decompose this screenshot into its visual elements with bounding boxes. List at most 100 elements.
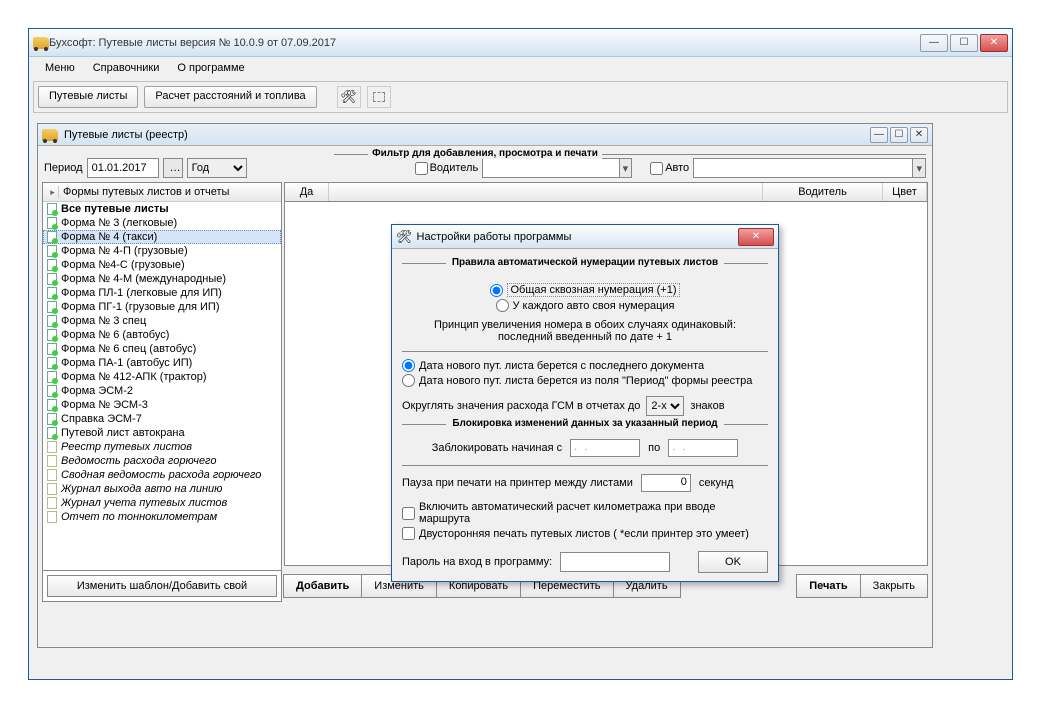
tree-item[interactable]: Форма № 4-М (международные) <box>43 272 281 286</box>
date-period-radio[interactable] <box>402 374 415 387</box>
tb-tools-icon[interactable]: 🛠 <box>337 86 361 108</box>
tree-item[interactable]: Реестр путевых листов <box>43 440 281 454</box>
period-browse-button[interactable]: … <box>163 158 183 178</box>
form-icon <box>47 203 57 215</box>
col-date[interactable]: Да <box>285 183 329 201</box>
driver-checkbox-wrap[interactable]: Водитель <box>415 162 479 175</box>
tb-trip-sheets[interactable]: Путевые листы <box>38 86 138 108</box>
settings-body: Правила автоматической нумерации путевых… <box>392 249 778 581</box>
filter-section-label: Фильтр для добавления, просмотра и печат… <box>368 148 602 159</box>
block-to-input[interactable]: . . <box>668 439 738 457</box>
tree-item[interactable]: Форма № 3 (легковые) <box>43 216 281 230</box>
tree-item[interactable]: Форма ПЛ-1 (легковые для ИП) <box>43 286 281 300</box>
menu-refs[interactable]: Справочники <box>85 59 168 77</box>
auto-combo[interactable] <box>693 158 926 178</box>
tree-item[interactable]: Форма № 3 спец <box>43 314 281 328</box>
tree-item[interactable]: Форма № 6 спец (автобус) <box>43 342 281 356</box>
tree-item-label: Форма № ЭСМ-3 <box>61 399 148 411</box>
tb-crop-icon[interactable] <box>367 86 391 108</box>
period-unit-select[interactable]: Год <box>187 158 247 178</box>
period-label: Период <box>44 162 83 174</box>
mdi-title-text: Путевые листы (реестр) <box>64 129 870 141</box>
close-button[interactable]: ✕ <box>980 34 1008 52</box>
mdi-minimize[interactable]: — <box>870 127 888 143</box>
tree-item-label: Форма ПА-1 (автобус ИП) <box>61 357 192 369</box>
round-select[interactable]: 2-х <box>646 396 684 416</box>
period-input[interactable] <box>87 158 159 178</box>
add-button[interactable]: Добавить <box>283 574 362 598</box>
toolbar: Путевые листы Расчет расстояний и топлив… <box>33 81 1008 113</box>
tree-item-label: Форма ЭСМ-2 <box>61 385 133 397</box>
tree-item[interactable]: Справка ЭСМ-7 <box>43 412 281 426</box>
tree-item-label: Отчет по тоннокилометрам <box>61 511 217 523</box>
date-period-label[interactable]: Дата нового пут. листа берется из поля "… <box>419 375 752 387</box>
tree-header: ▸ Формы путевых листов и отчеты <box>43 183 281 202</box>
tree-item[interactable]: Форма ЭСМ-2 <box>43 384 281 398</box>
mdi-close[interactable]: ✕ <box>910 127 928 143</box>
duplex-checkbox[interactable] <box>402 527 415 540</box>
numbering-perauto-label[interactable]: У каждого авто своя нумерация <box>513 300 675 312</box>
tree-item-label: Справка ЭСМ-7 <box>61 413 142 425</box>
block-from-input[interactable]: . . <box>570 439 640 457</box>
tree-item[interactable]: Форма № 6 (автобус) <box>43 328 281 342</box>
password-label: Пароль на вход в программу: <box>402 556 552 568</box>
tree-item-label: Форма № 4-М (международные) <box>61 273 226 285</box>
tree-item[interactable]: Форма ПА-1 (автобус ИП) <box>43 356 281 370</box>
report-icon <box>47 497 57 509</box>
tree-item[interactable]: Журнал выхода авто на линию <box>43 482 281 496</box>
tree-item-label: Реестр путевых листов <box>61 441 192 453</box>
date-lastdoc-label[interactable]: Дата нового пут. листа берется с последн… <box>419 360 704 372</box>
tree-item[interactable]: Форма №4-С (грузовые) <box>43 258 281 272</box>
col-color[interactable]: Цвет <box>883 183 927 201</box>
driver-combo[interactable] <box>482 158 632 178</box>
close-mdi-button[interactable]: Закрыть <box>860 574 928 598</box>
maximize-button[interactable]: ☐ <box>950 34 978 52</box>
settings-icon: 🛠 <box>396 229 413 245</box>
settings-close-button[interactable]: ✕ <box>738 228 774 246</box>
auto-checkbox-wrap[interactable]: Авто <box>650 162 689 175</box>
tree-item[interactable]: Отчет по тоннокилометрам <box>43 510 281 524</box>
minimize-button[interactable]: — <box>920 34 948 52</box>
pause-label: Пауза при печати на принтер между листам… <box>402 477 633 489</box>
print-button[interactable]: Печать <box>796 574 860 598</box>
tree-item[interactable]: Форма № ЭСМ-3 <box>43 398 281 412</box>
tree-item[interactable]: Журнал учета путевых листов <box>43 496 281 510</box>
numbering-global-label[interactable]: Общая сквозная нумерация (+1) <box>507 283 679 297</box>
auto-km-checkbox[interactable] <box>402 507 415 520</box>
date-lastdoc-radio[interactable] <box>402 359 415 372</box>
tree-item-label: Форма № 4 (такси) <box>61 231 157 243</box>
mdi-maximize[interactable]: ☐ <box>890 127 908 143</box>
tree-item[interactable]: Форма № 412-АПК (трактор) <box>43 370 281 384</box>
tree-item[interactable]: Путевой лист автокрана <box>43 426 281 440</box>
col-driver[interactable]: Водитель <box>763 183 883 201</box>
report-icon <box>47 483 57 495</box>
report-icon <box>47 469 57 481</box>
edit-template-button[interactable]: Изменить шаблон/Добавить свой <box>47 575 277 597</box>
block-section: Блокировка изменений данных за указанный… <box>446 418 723 429</box>
menu-about[interactable]: О программе <box>169 59 252 77</box>
grid-header: Да Водитель Цвет <box>284 182 928 202</box>
tree-item[interactable]: Форма ПГ-1 (грузовые для ИП) <box>43 300 281 314</box>
tree-item[interactable]: Форма № 4 (такси) <box>43 230 281 244</box>
numbering-perauto-radio[interactable] <box>496 299 509 312</box>
tree-item[interactable]: Сводная ведомость расхода горючего <box>43 468 281 482</box>
tb-distance-fuel[interactable]: Расчет расстояний и топлива <box>144 86 316 108</box>
password-input[interactable] <box>560 552 670 572</box>
tree-item[interactable]: Форма № 4-П (грузовые) <box>43 244 281 258</box>
tree-item[interactable]: Все путевые листы <box>43 202 281 216</box>
tree-item[interactable]: Ведомость расхода горючего <box>43 454 281 468</box>
tree-header-marker: ▸ <box>47 186 59 198</box>
menu-main[interactable]: Меню <box>37 59 83 77</box>
form-icon <box>47 273 57 285</box>
ok-button[interactable]: OK <box>698 551 768 573</box>
tree-header-label: Формы путевых листов и отчеты <box>63 186 229 198</box>
form-icon <box>47 329 57 341</box>
auto-km-label[interactable]: Включить автоматический расчет километра… <box>419 501 768 525</box>
duplex-label[interactable]: Двусторонняя печать путевых листов ( *ес… <box>419 528 749 540</box>
numbering-global-radio[interactable] <box>490 284 503 297</box>
pause-input[interactable]: 0 <box>641 474 691 492</box>
filter-bar: Фильтр для добавления, просмотра и печат… <box>38 154 932 182</box>
main-titlebar: Бухсофт: Путевые листы версия № 10.0.9 о… <box>29 29 1012 57</box>
form-icon <box>47 301 57 313</box>
tree-body[interactable]: Все путевые листыФорма № 3 (легковые)Фор… <box>43 202 281 570</box>
